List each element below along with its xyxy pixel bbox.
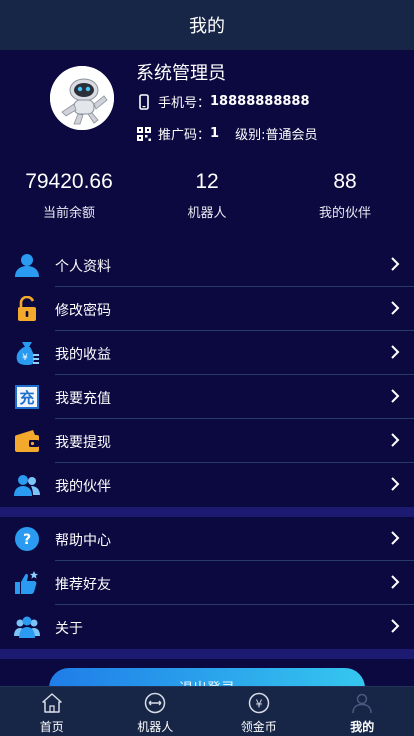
- menu-item-about[interactable]: 关于: [0, 605, 414, 649]
- tab-label: 我的: [350, 720, 375, 734]
- chevron-right-icon: [391, 345, 400, 359]
- bottom-tab-bar: 首页 机器人 ¥ 领金币 我的: [0, 686, 414, 736]
- tab-robot[interactable]: 机器人: [104, 687, 208, 736]
- section-divider: [0, 649, 414, 659]
- menu-item-earnings[interactable]: ¥ 我的收益: [0, 331, 414, 375]
- tab-mine[interactable]: 我的: [311, 687, 414, 736]
- stat-label: 我的伙伴: [318, 206, 371, 221]
- menu-label: 个人资料: [55, 259, 111, 275]
- menu-label: 推荐好友: [55, 577, 111, 593]
- svg-text:¥: ¥: [22, 353, 28, 363]
- lock-icon: [18, 296, 36, 321]
- help-icon: ?: [15, 527, 39, 551]
- user-icon: [15, 254, 39, 277]
- menu-label: 修改密码: [55, 303, 111, 319]
- phone-value: 18888888888: [210, 94, 310, 109]
- phone-icon: [139, 93, 149, 110]
- menu-group-account: 个人资料 修改密码 ¥ 我的收益 充 我要充值 我要提现 我的伙伴: [0, 243, 414, 507]
- partners-icon: [14, 475, 40, 496]
- tab-label: 领金币: [240, 720, 277, 734]
- stats-row: 79420.66 当前余额 12 机器人 88 我的伙伴: [0, 170, 414, 230]
- recharge-icon: 充: [15, 385, 39, 409]
- wallet-icon: [15, 430, 39, 452]
- home-icon: [42, 693, 62, 713]
- robot-avatar-icon: [50, 66, 114, 130]
- stat-robots[interactable]: 12 机器人: [138, 170, 276, 230]
- promo-code: 1: [210, 126, 220, 141]
- person-icon: [352, 693, 372, 714]
- profile-section: 系统管理员 手机号： 18888888888 推广码： 1 级别:普通会员: [0, 50, 414, 160]
- promo-label: 推广码：: [158, 128, 211, 143]
- stat-balance[interactable]: 79420.66 当前余额: [0, 170, 138, 230]
- page-title: 我的: [189, 16, 225, 37]
- top-bar: 我的: [0, 0, 414, 50]
- chevron-right-icon: [391, 575, 400, 589]
- about-icon: [14, 616, 40, 638]
- menu-item-withdraw[interactable]: 我要提现: [0, 419, 414, 463]
- menu-label: 我要充值: [55, 391, 111, 407]
- coin-icon: ¥: [248, 692, 269, 714]
- menu-item-change-password[interactable]: 修改密码: [0, 287, 414, 331]
- phone-label: 手机号：: [158, 96, 211, 111]
- tab-label: 机器人: [137, 720, 174, 734]
- menu-item-help[interactable]: ? 帮助中心: [0, 517, 414, 561]
- menu-label: 我要提现: [55, 435, 111, 451]
- tab-coins[interactable]: ¥ 领金币: [207, 687, 311, 736]
- chevron-right-icon: [391, 619, 400, 633]
- svg-text:¥: ¥: [255, 698, 262, 711]
- section-divider: [0, 507, 414, 517]
- stat-value: 88: [333, 170, 357, 193]
- chevron-right-icon: [391, 301, 400, 315]
- chevron-right-icon: [391, 477, 400, 491]
- menu-label: 我的伙伴: [55, 479, 111, 495]
- chevron-right-icon: [391, 433, 400, 447]
- menu-item-recharge[interactable]: 充 我要充值: [0, 375, 414, 419]
- avatar[interactable]: [50, 66, 114, 130]
- menu-label: 帮助中心: [55, 533, 111, 549]
- tab-home[interactable]: 首页: [0, 687, 104, 736]
- tab-label: 首页: [39, 720, 64, 734]
- svg-text:充: 充: [19, 389, 34, 407]
- menu-label: 关于: [55, 621, 83, 637]
- menu-group-support: ? 帮助中心 推荐好友 关于: [0, 517, 414, 649]
- qr-code-icon: [137, 126, 151, 141]
- stat-label: 机器人: [187, 206, 227, 221]
- menu-item-profile[interactable]: 个人资料: [0, 243, 414, 287]
- stat-label: 当前余额: [42, 206, 95, 221]
- stat-value: 12: [195, 170, 219, 193]
- money-bag-icon: ¥: [16, 342, 39, 365]
- username: 系统管理员: [136, 63, 226, 84]
- stat-partners[interactable]: 88 我的伙伴: [276, 170, 414, 230]
- thumbs-up-icon: [15, 571, 38, 594]
- menu-item-partners[interactable]: 我的伙伴: [0, 463, 414, 507]
- chevron-right-icon: [391, 257, 400, 271]
- phone-row: 手机号： 18888888888: [136, 92, 310, 111]
- menu-label: 我的收益: [55, 347, 111, 363]
- chevron-right-icon: [391, 531, 400, 545]
- stat-value: 79420.66: [25, 170, 113, 193]
- chevron-right-icon: [391, 389, 400, 403]
- promo-row: 推广码： 1 级别:普通会员: [136, 124, 317, 143]
- svg-text:?: ?: [23, 532, 31, 548]
- robot-icon: [145, 692, 166, 714]
- member-level: 级别:普通会员: [235, 128, 318, 143]
- menu-item-recommend[interactable]: 推荐好友: [0, 561, 414, 605]
